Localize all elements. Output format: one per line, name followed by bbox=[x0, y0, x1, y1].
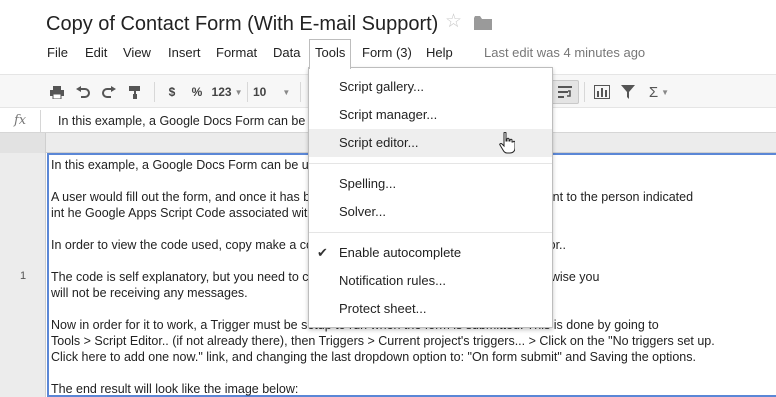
fx-icon: fx bbox=[14, 113, 27, 128]
wrap-text-button[interactable] bbox=[551, 80, 579, 104]
menu-item-label: Script gallery... bbox=[339, 79, 425, 94]
menu-help[interactable]: Help bbox=[426, 45, 453, 60]
hand-cursor-icon bbox=[499, 132, 515, 154]
chevron-down-icon: ▼ bbox=[234, 87, 243, 97]
title-row: Copy of Contact Form (With E-mail Suppor… bbox=[0, 0, 776, 40]
menu-insert[interactable]: Insert bbox=[168, 45, 201, 60]
number-format-label: 123 bbox=[211, 85, 232, 99]
font-size-value: 10 bbox=[253, 85, 267, 99]
tools-dropdown: Script gallery... Script manager... Scri… bbox=[308, 67, 553, 328]
menu-item-script-gallery[interactable]: Script gallery... bbox=[309, 73, 552, 101]
undo-icon[interactable] bbox=[72, 81, 94, 103]
folder-icon[interactable] bbox=[474, 16, 492, 30]
cell-paragraph: The end result will look like the image … bbox=[51, 382, 299, 396]
document-title[interactable]: Copy of Contact Form (With E-mail Suppor… bbox=[46, 13, 438, 36]
menu-item-label: Spelling... bbox=[339, 176, 397, 191]
menu-item-protect-sheet[interactable]: Protect sheet... bbox=[309, 295, 552, 323]
toolbar-divider bbox=[154, 82, 155, 102]
formula-divider bbox=[40, 110, 41, 133]
menubar: File Edit View Insert Format Data Tools … bbox=[0, 39, 776, 69]
functions-button[interactable]: Σ ▼ bbox=[643, 81, 675, 103]
menu-item-label: Script manager... bbox=[339, 107, 438, 122]
menu-item-label: Solver... bbox=[339, 204, 386, 219]
menu-format[interactable]: Format bbox=[216, 45, 257, 60]
insert-chart-icon[interactable] bbox=[591, 81, 613, 103]
chevron-down-icon: ▼ bbox=[282, 87, 291, 97]
chevron-down-icon: ▼ bbox=[661, 87, 670, 97]
menu-item-spelling[interactable]: Spelling... bbox=[309, 170, 552, 198]
currency-button[interactable]: $ bbox=[164, 81, 180, 103]
menu-item-script-manager[interactable]: Script manager... bbox=[309, 101, 552, 129]
sigma-icon: Σ bbox=[648, 83, 659, 101]
menu-data[interactable]: Data bbox=[273, 45, 300, 60]
last-edit-status[interactable]: Last edit was 4 minutes ago bbox=[484, 45, 645, 60]
toolbar-divider bbox=[247, 82, 248, 102]
font-size-select[interactable]: 10 ▼ bbox=[253, 81, 293, 103]
row-header-bar: 1 bbox=[0, 153, 46, 397]
menu-item-label: Script editor... bbox=[339, 135, 419, 150]
toolbar-divider bbox=[584, 82, 585, 102]
print-icon[interactable] bbox=[46, 81, 68, 103]
menu-item-solver[interactable]: Solver... bbox=[309, 198, 552, 226]
menu-item-label: Protect sheet... bbox=[339, 301, 427, 316]
menu-view[interactable]: View bbox=[123, 45, 151, 60]
menu-item-script-editor[interactable]: Script editor... bbox=[309, 129, 552, 157]
menu-separator bbox=[309, 163, 552, 164]
wrap-text-icon bbox=[558, 86, 572, 98]
menu-item-enable-autocomplete[interactable]: ✔ Enable autocomplete bbox=[309, 239, 552, 267]
menu-item-notification-rules[interactable]: Notification rules... bbox=[309, 267, 552, 295]
menu-separator bbox=[309, 232, 552, 233]
menu-edit[interactable]: Edit bbox=[85, 45, 107, 60]
paint-format-icon[interactable] bbox=[124, 81, 146, 103]
toolbar-divider bbox=[300, 82, 301, 102]
star-icon[interactable]: ☆ bbox=[445, 12, 462, 31]
menu-item-label: Enable autocomplete bbox=[339, 245, 462, 260]
menu-item-label: Notification rules... bbox=[339, 273, 446, 288]
checkmark-icon: ✔ bbox=[317, 245, 328, 260]
row-number[interactable]: 1 bbox=[0, 270, 46, 282]
redo-icon[interactable] bbox=[98, 81, 120, 103]
filter-icon[interactable] bbox=[617, 81, 639, 103]
number-format-button[interactable]: 123 ▼ bbox=[211, 81, 243, 103]
menu-file[interactable]: File bbox=[47, 45, 68, 60]
select-all-corner[interactable] bbox=[0, 133, 46, 153]
menu-tools[interactable]: Tools bbox=[309, 39, 352, 69]
menu-form[interactable]: Form (3) bbox=[362, 45, 412, 60]
percent-button[interactable]: % bbox=[189, 81, 205, 103]
